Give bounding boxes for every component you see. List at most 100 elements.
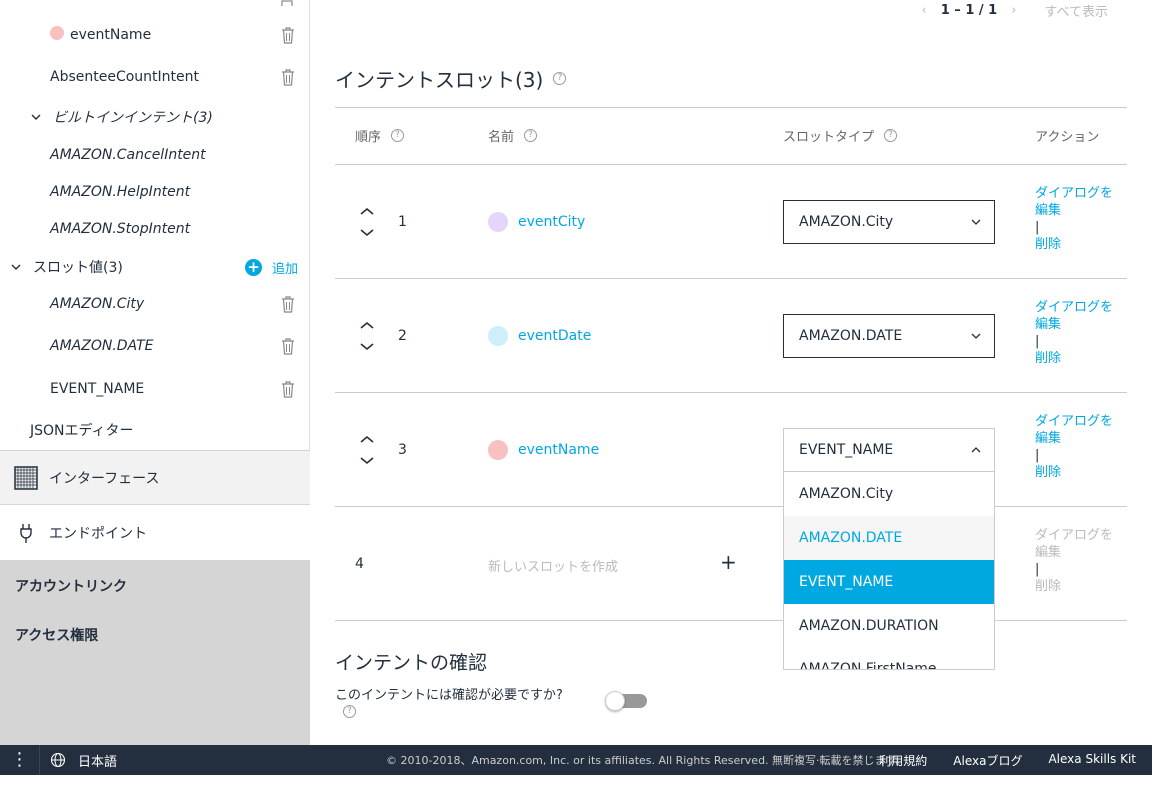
add-slot-type-button[interactable]: + 追加 — [244, 258, 298, 277]
help-icon[interactable]: ? — [553, 72, 567, 85]
delete-link[interactable]: 削除 — [1035, 236, 1115, 253]
chevron-right-icon[interactable]: › — [1011, 3, 1016, 18]
sidebar-item-endpoint[interactable]: エンドポイント — [0, 504, 310, 560]
help-icon[interactable]: ? — [391, 129, 405, 142]
column-header-label: 順序 — [355, 130, 382, 145]
delete-link[interactable]: 削除 — [1035, 464, 1115, 481]
globe-icon — [50, 752, 66, 768]
column-header-label: 名前 — [488, 130, 515, 145]
footer-link-terms[interactable]: 利用規約 — [879, 752, 927, 769]
slot-name-link[interactable]: eventName — [488, 440, 599, 460]
add-slot-button[interactable]: + — [720, 550, 737, 574]
edit-dialog-link[interactable]: ダイアログを編集 — [1035, 185, 1115, 219]
edit-dialog-link: ダイアログを編集 — [1035, 528, 1114, 560]
sidebar-item-label: EVENT_NAME — [50, 381, 145, 397]
slot-type-value: AMAZON.City — [799, 214, 894, 230]
sidebar-item-json-editor[interactable]: JSONエディター — [0, 412, 310, 448]
sidebar-item-absentee-intent[interactable]: AbsenteeCountIntent — [0, 59, 310, 95]
trash-icon[interactable] — [279, 0, 295, 6]
sidebar-item-slot-date[interactable]: AMAZON.DATE — [0, 328, 310, 364]
sidebar-item-permissions[interactable]: アクセス権限 — [0, 610, 310, 658]
slot-actions: ダイアログを編集 | 削除 — [1035, 299, 1115, 367]
more-vertical-icon[interactable]: ⋮ — [0, 745, 40, 775]
slot-color-dot — [488, 326, 508, 346]
dropdown-option[interactable]: AMAZON.FirstName — [784, 647, 994, 669]
sidebar-item-builtin-intents[interactable]: ビルトインインテント(3) — [0, 99, 310, 135]
help-icon[interactable]: ? — [884, 129, 898, 142]
slot-type-value: AMAZON.DATE — [799, 328, 903, 344]
delete-link[interactable]: 削除 — [1035, 350, 1115, 367]
trash-icon[interactable] — [280, 26, 296, 44]
help-icon[interactable]: ? — [343, 705, 356, 718]
column-header-label: アクション — [1035, 130, 1100, 145]
confirmation-section-title: インテントの確認 — [335, 648, 487, 675]
sidebar-item-eventname-intent[interactable]: eventName — [0, 17, 310, 53]
sidebar-item-slot-city[interactable]: AMAZON.City — [0, 286, 310, 322]
slot-name-link[interactable]: eventDate — [488, 326, 591, 346]
slot-type-select[interactable]: AMAZON.City — [783, 200, 995, 244]
reorder-arrows[interactable] — [358, 319, 376, 353]
dropdown-option[interactable]: AMAZON.City — [784, 472, 994, 516]
column-header-order: 順序? — [355, 126, 405, 145]
sidebar-item-cancel-intent[interactable]: AMAZON.CancelIntent — [0, 137, 310, 173]
footer-link-blog[interactable]: Alexaブログ — [953, 752, 1022, 769]
sidebar-item-label: AMAZON.HelpIntent — [50, 184, 191, 200]
slot-actions: ダイアログを編集 | 削除 — [1035, 413, 1115, 481]
footer-link-skills-kit[interactable]: Alexa Skills Kit — [1048, 752, 1136, 769]
slot-name-text: eventDate — [518, 328, 592, 344]
sidebar-item-account-link[interactable]: アカウントリンク — [0, 560, 310, 610]
divider — [335, 506, 1127, 507]
page-range: 1 – 1 / 1 — [940, 3, 998, 18]
slot-name-link[interactable]: eventCity — [488, 212, 585, 232]
reorder-arrows[interactable] — [358, 205, 376, 239]
sidebar-item-slot-eventname[interactable]: EVENT_NAME — [0, 371, 310, 407]
slot-type-dropdown: AMAZON.City AMAZON.DATE EVENT_NAME AMAZO… — [783, 471, 995, 670]
sidebar-item-interface[interactable]: インターフェース — [0, 450, 310, 504]
chevron-down-icon — [31, 114, 41, 120]
sidebar-item-label: エンドポイント — [49, 525, 147, 542]
trash-icon[interactable] — [280, 68, 296, 86]
action-separator: | — [1035, 220, 1040, 235]
trash-icon[interactable] — [280, 295, 296, 313]
sidebar-item-label: アカウントリンク — [15, 578, 127, 595]
sidebar-item-label: ビルトインインテント(3) — [53, 110, 213, 126]
slot-order-number: 2 — [398, 328, 407, 344]
chevron-up-icon — [971, 447, 981, 453]
trash-icon[interactable] — [280, 380, 296, 398]
column-header-name: 名前? — [488, 126, 538, 145]
confirmation-question: このインテントには確認が必要ですか? ? — [335, 689, 575, 718]
slot-type-select[interactable]: EVENT_NAME — [783, 428, 995, 472]
chevron-down-icon — [971, 333, 981, 339]
footer-links: 利用規約 Alexaブログ Alexa Skills Kit — [879, 752, 1136, 769]
divider — [335, 620, 1127, 621]
slot-name-text: eventCity — [518, 214, 586, 230]
edit-dialog-link[interactable]: ダイアログを編集 — [1035, 299, 1115, 333]
sidebar-item-label: AMAZON.StopIntent — [50, 221, 191, 237]
help-icon[interactable]: ? — [524, 129, 538, 142]
sidebar-item-help-intent[interactable]: AMAZON.HelpIntent — [0, 174, 310, 210]
slot-type-select[interactable]: AMAZON.DATE — [783, 314, 995, 358]
dropdown-option-selected[interactable]: EVENT_NAME — [784, 560, 994, 604]
chevron-down-icon — [11, 264, 21, 270]
dropdown-option[interactable]: AMAZON.DATE — [784, 516, 994, 560]
chevron-left-icon[interactable]: ‹ — [922, 3, 927, 18]
confirmation-title-text: インテントの確認 — [335, 652, 488, 674]
sidebar-item-stop-intent[interactable]: AMAZON.StopIntent — [0, 211, 310, 247]
confirmation-toggle[interactable] — [605, 691, 647, 711]
plus-icon: + — [244, 258, 262, 276]
language-selector[interactable]: 日本語 — [50, 751, 350, 770]
edit-dialog-link[interactable]: ダイアログを編集 — [1035, 413, 1115, 447]
dropdown-option[interactable]: AMAZON.DURATION — [784, 604, 994, 648]
grid-icon — [14, 465, 38, 490]
trash-icon[interactable] — [280, 337, 296, 355]
new-slot-input[interactable]: 新しいスロットを作成 — [488, 556, 618, 575]
reorder-arrows[interactable] — [358, 433, 376, 467]
add-label: 追加 — [271, 261, 298, 277]
slot-order-number: 4 — [355, 556, 364, 572]
sidebar-item-slot-values[interactable]: スロット値(3) + 追加 — [0, 249, 310, 285]
main-content: ‹ 1 – 1 / 1 › すべて表示 インテントスロット(3) ? 順序? 名… — [310, 0, 1152, 745]
column-header-slot-type: スロットタイプ? — [783, 126, 898, 145]
slot-color-dot — [488, 440, 508, 460]
slot-order-number: 1 — [398, 214, 407, 230]
show-all-link[interactable]: すべて表示 — [1044, 1, 1108, 20]
